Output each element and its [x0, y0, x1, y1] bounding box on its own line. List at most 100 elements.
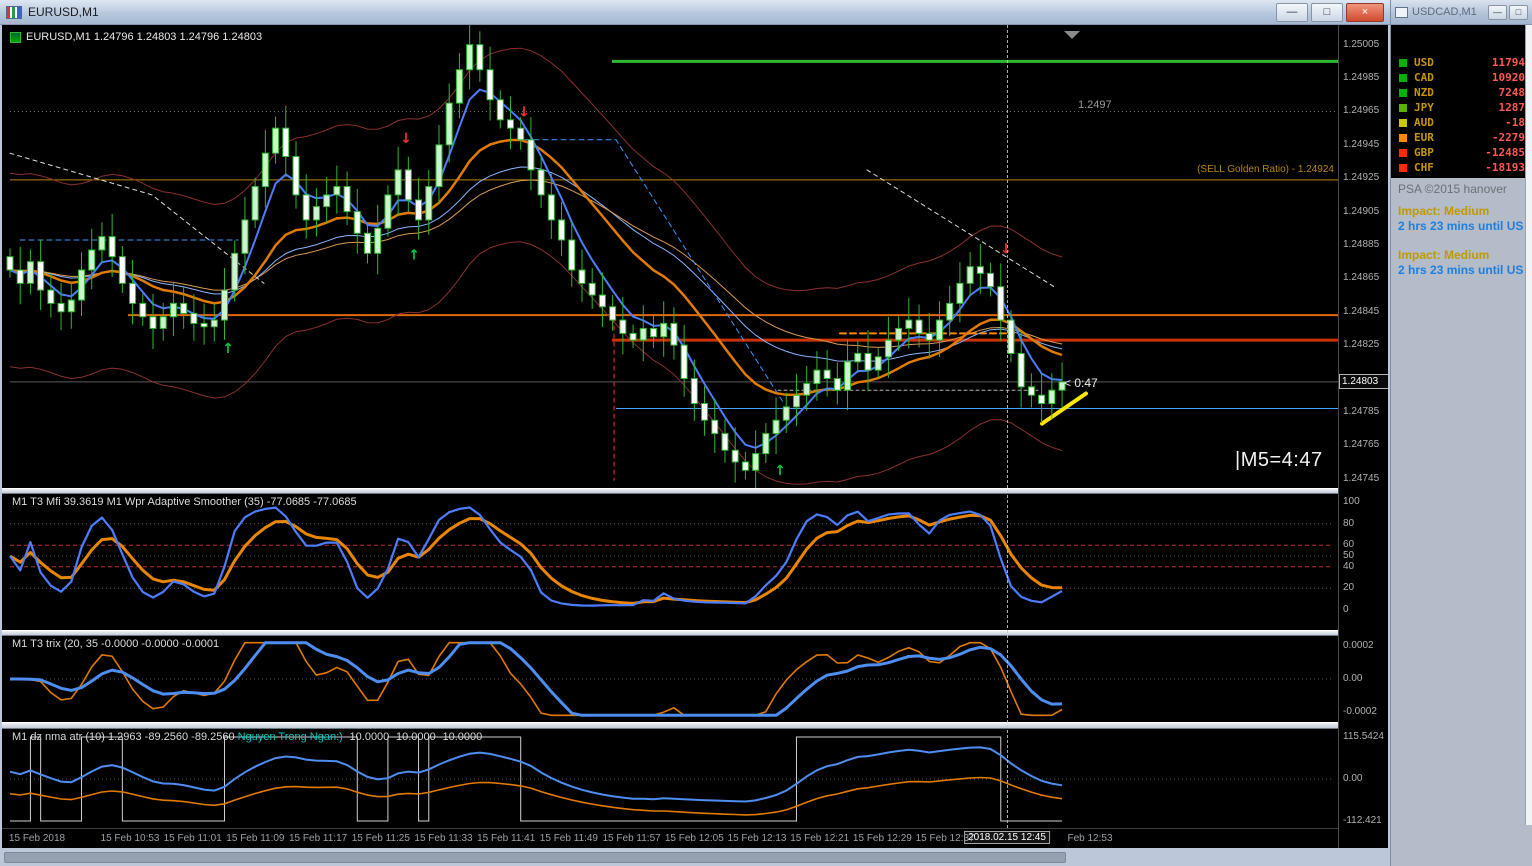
scale-label: 1.24745 — [1343, 472, 1380, 484]
close-button[interactable]: × — [1346, 2, 1384, 22]
scale-label: 50 — [1343, 550, 1355, 561]
top-marker-icon — [1064, 31, 1080, 39]
chart-ohlc-header: EURUSD,M1 1.24796 1.24803 1.24796 1.2480… — [10, 31, 262, 43]
currency-value: 7248 — [1498, 86, 1526, 99]
trend-segment — [866, 169, 1055, 288]
price-scale[interactable]: 1.24803 1.25005 1.24985 1.24965 1.24945 1.24… — [1338, 25, 1388, 848]
minimize-button[interactable]: — — [1276, 2, 1308, 22]
pane3-header-part: M1 dz nma atr (10) 1.2963 -89.2560 -89.2… — [12, 731, 238, 743]
scale-label: 1.24965 — [1343, 105, 1380, 117]
candlestick-icon — [10, 31, 21, 43]
time-axis-label: 15 Feb 12:21 — [790, 833, 850, 844]
time-axis-label: 15 Feb 12:05 — [664, 833, 724, 844]
scale-label: 0.00 — [1343, 673, 1363, 684]
scale-label: 115.5424 — [1343, 731, 1384, 742]
sell-arrow-icon: ↓ — [1000, 241, 1012, 257]
scale-label: 1.25005 — [1343, 38, 1380, 50]
time-axis-tail-label: Feb 12:53 — [1067, 833, 1113, 844]
pane3-header-part: Nguyen Trong Ngan:) — [237, 731, 343, 743]
scale-label: 1.24905 — [1343, 205, 1380, 217]
currency-value: -18193 — [1485, 161, 1525, 174]
time-axis-label: 15 Feb 11:09 — [226, 833, 285, 844]
vertical-scrollbar[interactable] — [1525, 25, 1532, 825]
news-impact-2: Impact: Medium — [1398, 248, 1490, 262]
news-countdown-1: 2 hrs 23 mins until US — [1398, 219, 1524, 233]
usdcad-window-controls: — □ — [1486, 4, 1528, 20]
pane3-header-part: -10.0000 -10.0000 -10.0000 — [342, 731, 483, 743]
price-chart[interactable]: ↑ ↑ ↑ ↓ ↓ ↓ — [2, 25, 1338, 491]
time-axis-label: 15 Feb 11:33 — [414, 833, 473, 844]
restore-button[interactable]: □ — [1311, 2, 1343, 22]
crosshair-time-label: 2018.02.15 12:45 — [964, 831, 1050, 844]
time-axis[interactable]: 2018.02.15 12:45 Feb 12:53 15 Feb 2018 15… — [2, 828, 1388, 848]
chart-ohlc-text: EURUSD,M1 1.24796 1.24803 1.24796 1.2480… — [26, 31, 263, 43]
minimize-button[interactable]: — — [1488, 4, 1507, 20]
usdcad-titlebar[interactable]: USDCAD,M1 — □ — [1391, 0, 1532, 25]
scale-label: 1.24925 — [1343, 172, 1380, 184]
restore-button[interactable]: □ — [1509, 4, 1528, 20]
scale-label: 0.0002 — [1343, 640, 1374, 651]
scale-label: 1.24885 — [1343, 238, 1380, 250]
candle-countdown: < 0:47 — [1064, 376, 1098, 390]
sell-arrow-icon: ↓ — [400, 131, 412, 147]
news-countdown-2: 2 hrs 23 mins until US — [1398, 263, 1524, 277]
trix-orange-line — [10, 641, 1063, 717]
usdcad-title: USDCAD,M1 — [1412, 6, 1477, 18]
pane-divider[interactable] — [2, 722, 1388, 729]
chart-icon — [1395, 6, 1408, 18]
currency-code: AUD — [1414, 116, 1434, 129]
time-axis-label: 15 Feb 12:29 — [852, 833, 912, 844]
scale-label: 1.24945 — [1343, 138, 1380, 150]
scale-label: 0.00 — [1343, 773, 1363, 784]
time-axis-label: 15 Feb 11:57 — [602, 833, 661, 844]
credit-text: PSA ©2015 hanover — [1398, 182, 1507, 196]
scale-label: 1.24765 — [1343, 439, 1380, 451]
window-titlebar[interactable]: EURUSD,M1 — □ × — [0, 0, 1390, 25]
scale-label: 20 — [1343, 582, 1355, 594]
scale-label: 60 — [1343, 539, 1355, 551]
horizontal-scrollbar[interactable] — [4, 852, 1066, 863]
wpr-blue-line — [9, 506, 1063, 607]
window-title: EURUSD,M1 — [28, 5, 99, 19]
trend-segment — [506, 139, 785, 404]
pane3-header: M1 dz nma atr (10) 1.2963 -89.2560 -89.2… — [12, 731, 482, 743]
slow-orange-ma-line — [9, 179, 1063, 348]
desktop: EURUSD,M1 — □ × ↑ ↑ ↑ ↓ ↓ ↓ EURUSD,M1 1.24796… — [0, 0, 1532, 866]
window-controls: — □ × — [1273, 2, 1384, 22]
currency-row: JPY 1287 — [1391, 100, 1532, 115]
currency-code: JPY — [1414, 101, 1434, 114]
candles — [6, 25, 1066, 491]
currency-strength-icon — [1399, 88, 1407, 97]
indicator-pane-atr[interactable] — [2, 729, 1338, 828]
golden-ratio-label: (SELL Golden Ratio) - 1.24924 — [1197, 164, 1334, 175]
currency-strength-icon — [1399, 163, 1407, 172]
news-impact-1: Impact: Medium — [1398, 204, 1490, 218]
time-axis-label: 15 Feb 11:17 — [288, 833, 348, 844]
currency-strength-icon — [1399, 103, 1407, 112]
currency-value: 11794 — [1491, 56, 1525, 69]
currency-code: CHF — [1414, 161, 1434, 174]
mfi-orange-line — [9, 513, 1063, 605]
currency-row: GBP -12485 — [1391, 145, 1532, 160]
m5-timer: |M5=4:47 — [1235, 449, 1323, 471]
time-axis-label: 15 Feb 10:53 — [100, 833, 160, 844]
currency-code: NZD — [1414, 86, 1434, 99]
buy-arrow-icon: ↑ — [408, 248, 420, 264]
currency-row: AUD -18 — [1391, 115, 1532, 130]
scale-label: -0.0002 — [1343, 706, 1377, 717]
currency-row: CHF -18193 — [1391, 160, 1532, 175]
time-axis-label: 15 Feb 2018 — [8, 833, 66, 844]
currency-strength-icon — [1399, 73, 1407, 82]
currency-strength-panel: USD 11794 CAD 10920 NZD 7248 JPY 1287 AUD -18 EUR -… — [1391, 25, 1532, 178]
currency-strength-icon — [1399, 148, 1407, 157]
pane2-header: M1 T3 trix (20, 35 -0.0000 -0.0000 -0.00… — [12, 638, 220, 650]
trend-segment — [9, 152, 265, 284]
eurusd-chart-window: EURUSD,M1 — □ × ↑ ↑ ↑ ↓ ↓ ↓ EURUSD,M1 1.24796… — [0, 0, 1390, 866]
indicator-pane-mfi-wpr[interactable] — [2, 494, 1338, 630]
scale-label: 40 — [1343, 560, 1355, 572]
currency-strength-icon — [1399, 58, 1407, 67]
scale-label: 1.24825 — [1343, 339, 1380, 351]
scale-label: 1.24785 — [1343, 405, 1380, 417]
slow-blue-ma-line — [9, 166, 1063, 362]
chart-area: ↑ ↑ ↑ ↓ ↓ ↓ EURUSD,M1 1.24796 1.24803 1.24796… — [2, 25, 1388, 848]
